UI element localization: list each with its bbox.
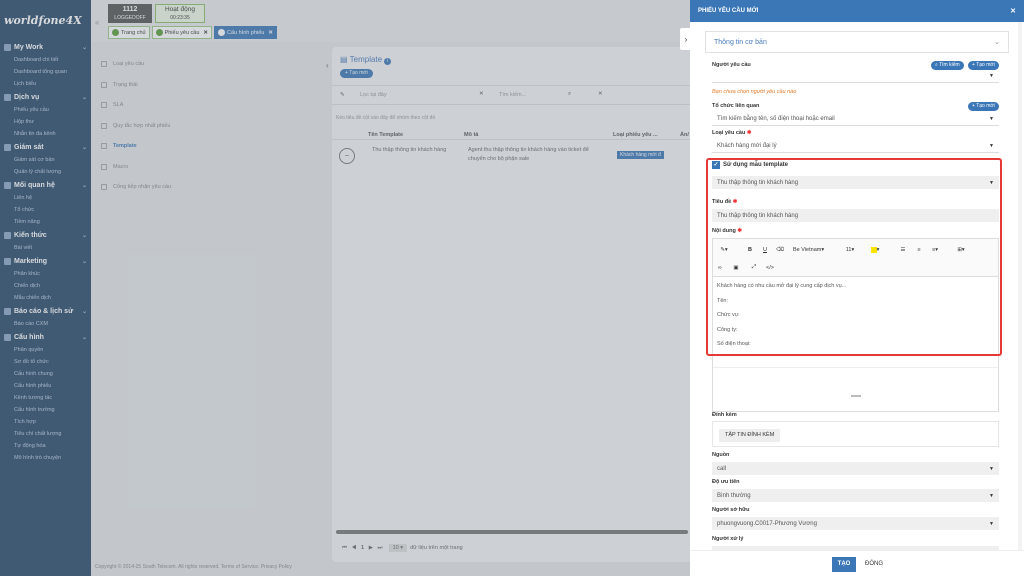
chevron-down-icon: ⌄ bbox=[994, 39, 1000, 46]
requester-select[interactable]: ▼ bbox=[712, 70, 999, 83]
caret-down-icon: ▼ bbox=[989, 492, 994, 499]
drawer-scrollbar[interactable] bbox=[1018, 22, 1022, 550]
attachment-area: TẬP TIN ĐÍNH KÈM bbox=[712, 421, 999, 447]
attachment-label: Đính kèm bbox=[712, 412, 737, 418]
drawer-header: PHIẾU YÊU CẦU MỚI ✕ bbox=[690, 0, 1024, 22]
close-icon[interactable]: ✕ bbox=[1010, 7, 1016, 15]
type-label: Loại yêu cầu ✱ bbox=[712, 130, 752, 136]
modal-overlay[interactable] bbox=[0, 0, 690, 576]
owner-label: Người sở hữu bbox=[712, 507, 750, 513]
editor-extra-area bbox=[713, 367, 998, 411]
type-select[interactable]: Khách hàng mới đại lý ▼ bbox=[712, 140, 999, 153]
drawer-title: PHIẾU YÊU CẦU MỚI bbox=[698, 8, 759, 14]
search-requester-button[interactable]: ⌕ Tìm kiếm bbox=[931, 61, 964, 70]
handler-label: Người xử lý bbox=[712, 536, 744, 542]
highlight-frame bbox=[706, 158, 1002, 356]
caret-down-icon: ▼ bbox=[989, 520, 994, 527]
close-button[interactable]: ĐÓNG bbox=[862, 557, 886, 572]
requester-label: Người yêu cầu bbox=[712, 62, 751, 68]
owner-select[interactable]: phuongvuong.C0017-Phương Vương ▼ bbox=[712, 517, 999, 530]
caret-down-icon: ▼ bbox=[989, 73, 994, 79]
create-button[interactable]: TẠO bbox=[832, 557, 856, 572]
org-label: Tổ chức liên quan bbox=[712, 103, 760, 109]
section-basic-info[interactable]: Thông tin cơ bản ⌄ bbox=[705, 31, 1009, 53]
source-label: Nguồn bbox=[712, 452, 730, 458]
caret-down-icon: ▼ bbox=[989, 465, 994, 472]
caret-down-icon: ▼ bbox=[989, 143, 994, 149]
requester-warning: Bạn chưa chọn người yêu cầu nào bbox=[712, 89, 797, 95]
drawer-footer: TẠO ĐÓNG bbox=[690, 550, 1024, 576]
priority-select[interactable]: Bình thường ▼ bbox=[712, 489, 999, 502]
caret-down-icon: ▼ bbox=[989, 116, 994, 122]
org-search-input[interactable]: Tìm kiếm bằng tên, số điện thoại hoặc em… bbox=[712, 113, 999, 126]
source-select[interactable]: call ▼ bbox=[712, 462, 999, 475]
attach-file-button[interactable]: TẬP TIN ĐÍNH KÈM bbox=[719, 429, 781, 442]
new-requester-button[interactable]: + Tạo mới bbox=[968, 61, 999, 70]
priority-label: Độ ưu tiên bbox=[712, 479, 740, 485]
new-org-button[interactable]: + Tạo mới bbox=[968, 102, 999, 111]
resize-handle-icon[interactable] bbox=[851, 395, 861, 397]
